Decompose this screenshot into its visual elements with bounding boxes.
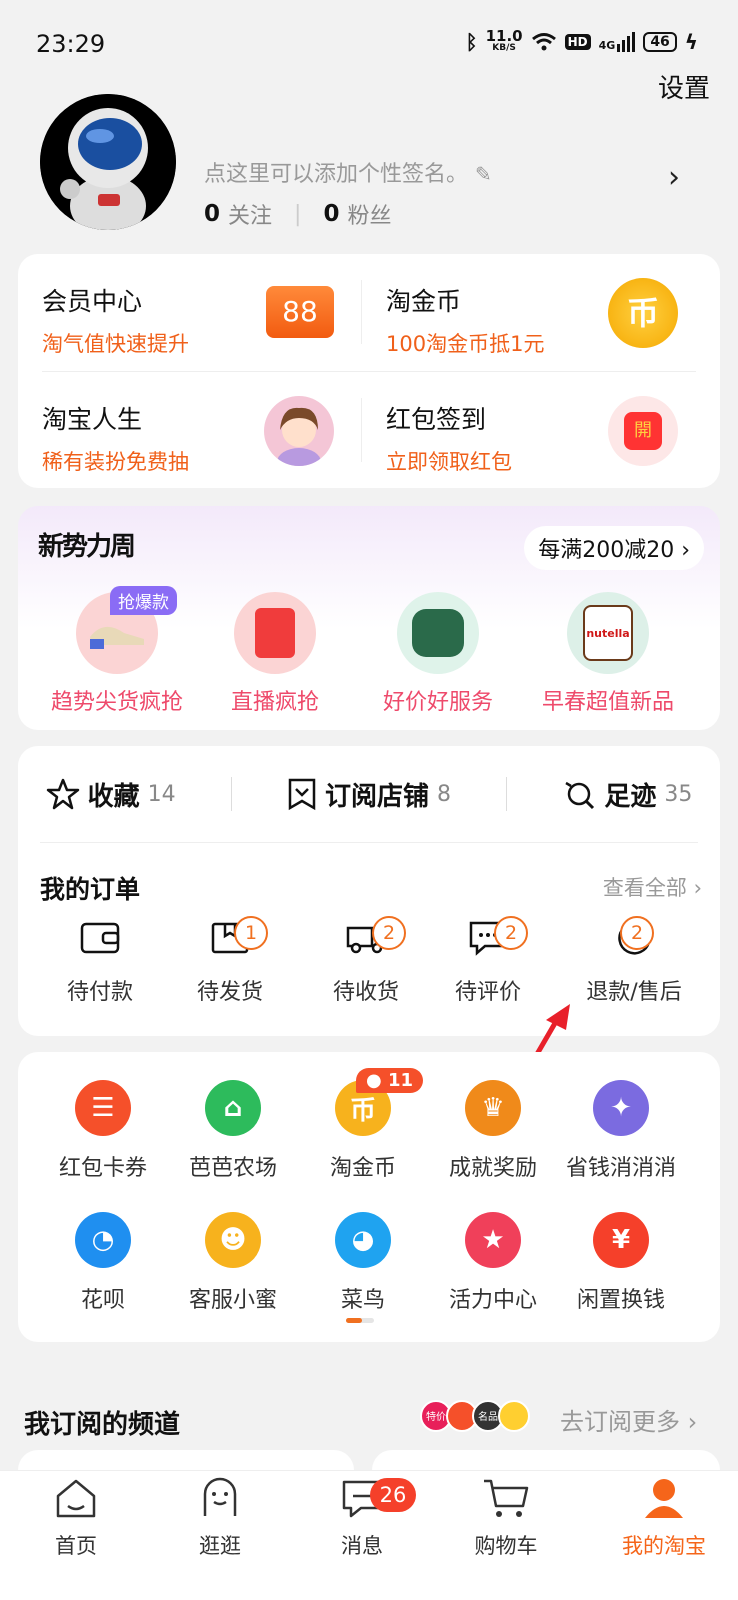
orders-title: 我的订单 — [40, 875, 141, 904]
divider — [230, 777, 232, 811]
promo-item-live[interactable]: 直播疯抢 — [200, 592, 350, 716]
service-tao-coin[interactable]: 币 淘金币 — [298, 1080, 428, 1182]
coupon-icon: ☰ — [75, 1080, 131, 1136]
divider — [506, 777, 508, 811]
divider — [42, 371, 696, 372]
red-packet-signin[interactable]: 红包签到 立即领取红包 — [386, 400, 616, 476]
status-bar: 23:29 ᛒ 11.0 KB/S HD 4G 46 ϟ — [0, 0, 738, 80]
huabei-icon: ◔ — [75, 1212, 131, 1268]
view-all-orders[interactable]: 查看全部 › — [603, 872, 702, 902]
promo-item-spring[interactable]: nutella 早春超值新品 — [520, 592, 696, 716]
promo-item-service[interactable]: 好价好服务 — [358, 592, 518, 716]
divider — [361, 280, 362, 344]
service-baba-farm[interactable]: ⌂ 芭芭农场 — [168, 1080, 298, 1182]
service-customer-service[interactable]: ☻ 客服小蜜 — [168, 1212, 298, 1314]
deal-button[interactable]: 每满200减20 › — [524, 526, 704, 570]
follow-stats: 0 关注 | 0 粉丝 — [204, 198, 391, 230]
tab-home[interactable]: 首页 — [16, 1476, 136, 1560]
my-profile-icon — [645, 1479, 683, 1518]
hd-icon: HD — [564, 34, 591, 50]
divider: | — [294, 201, 302, 227]
game-tiles-icon: ✦ — [593, 1080, 649, 1136]
money-bag-icon: ¥ — [593, 1212, 649, 1268]
red-envelope-icon — [234, 592, 316, 674]
bluetooth-icon: ᛒ — [465, 30, 478, 54]
wifi-icon — [531, 33, 556, 51]
member-card: 会员中心 淘气值快速提升 88 淘金币 100淘金币抵1元 币 淘宝人生 稀有装… — [18, 254, 720, 488]
pencil-icon: ✎ — [475, 162, 492, 186]
star-badge-icon: ★ — [465, 1212, 521, 1268]
tab-my-taobao[interactable]: 我的淘宝 — [604, 1476, 724, 1560]
order-to-ship-badge: 1 — [234, 916, 268, 950]
net-speed: 11.0 KB/S — [485, 27, 523, 54]
divider — [361, 398, 362, 462]
tab-cart[interactable]: 购物车 — [446, 1476, 566, 1560]
discover-face-icon — [203, 1477, 237, 1516]
order-refund-badge: 2 — [620, 916, 654, 950]
status-time: 23:29 — [36, 30, 106, 58]
service-huabei[interactable]: ◔ 花呗 — [38, 1212, 168, 1314]
battery-icon: 46 — [643, 32, 677, 52]
cooker-icon — [397, 592, 479, 674]
bird-icon: ◕ — [335, 1212, 391, 1268]
service-red-packet-coupons[interactable]: ☰ 红包卡券 — [38, 1080, 168, 1182]
status-icons: ᛒ 11.0 KB/S HD 4G 46 ϟ — [465, 27, 698, 55]
footprint-icon — [565, 781, 595, 810]
order-pending-payment[interactable]: 待付款 — [30, 918, 170, 1006]
tao-coin[interactable]: 淘金币 100淘金币抵1元 — [386, 282, 616, 358]
service-idle-exchange[interactable]: ¥ 闲置换钱 — [556, 1212, 686, 1314]
coupon-mini-icon — [498, 1400, 530, 1432]
signal-icon: 4G — [599, 32, 636, 52]
channel-mini-icons: 特价 名品 — [420, 1400, 530, 1432]
subscribe-more-link[interactable]: 去订阅更多 › — [560, 1402, 697, 1437]
character-avatar-icon — [264, 396, 334, 466]
coin-icon: 币 — [608, 278, 678, 348]
profile-chevron-icon[interactable]: › — [668, 160, 680, 195]
service-scroll-indicator — [346, 1318, 374, 1323]
promo-title: 新势力周 — [38, 532, 136, 562]
service-vitality[interactable]: ★ 活力中心 — [428, 1212, 558, 1314]
settings-button[interactable]: 设置 — [658, 68, 710, 105]
red-packet-icon: 開 — [608, 396, 678, 466]
order-to-ship[interactable]: 待发货 — [160, 918, 300, 1006]
order-to-review-badge: 2 — [494, 916, 528, 950]
home-icon — [56, 1479, 96, 1518]
star-icon — [46, 778, 79, 810]
order-to-receive-badge: 2 — [372, 916, 406, 950]
wallet-icon — [80, 922, 120, 954]
promo-card: 新势力周 每满200减20 › 抢爆款 趋势尖货疯抢 直播疯抢 好价好服务 nu… — [18, 506, 720, 730]
following-label[interactable]: 关注 — [228, 198, 272, 230]
order-to-receive[interactable]: 待收货 — [296, 918, 436, 1006]
following-count: 0 — [204, 201, 221, 227]
coin-badge: ● 11 — [356, 1068, 424, 1093]
avatar[interactable] — [40, 94, 176, 230]
signature-edit[interactable]: 点这里可以添加个性签名。 ✎ — [204, 156, 492, 188]
fans-count: 0 — [323, 201, 340, 227]
service-save-match[interactable]: ✦ 省钱消消消 — [556, 1080, 686, 1182]
messages-badge: 26 — [370, 1478, 416, 1512]
service-cainiao[interactable]: ◕ 菜鸟 — [298, 1212, 428, 1314]
channels-title: 我订阅的频道 — [24, 1410, 181, 1440]
fans-label[interactable]: 粉丝 — [347, 198, 391, 230]
trophy-icon: ♛ — [465, 1080, 521, 1136]
subscribed-stores-button[interactable]: 订阅店铺 8 — [287, 776, 451, 813]
nutella-jar-icon: nutella — [567, 592, 649, 674]
footprint-button[interactable]: 足迹 35 — [562, 776, 692, 813]
order-to-review[interactable]: 待评价 — [418, 918, 558, 1006]
charging-icon: ϟ — [684, 30, 698, 54]
store-bookmark-icon — [288, 778, 316, 811]
tool-row: 收藏 14 订阅店铺 8 足迹 35 — [18, 770, 720, 818]
vip-88-icon: 88 — [266, 286, 334, 338]
divider — [40, 842, 698, 843]
service-achievements[interactable]: ♛ 成就奖励 — [428, 1080, 558, 1182]
cart-icon — [484, 1479, 529, 1517]
tab-discover[interactable]: 逛逛 — [160, 1476, 280, 1560]
favorites-button[interactable]: 收藏 14 — [46, 776, 176, 813]
farm-house-icon: ⌂ — [205, 1080, 261, 1136]
customer-service-icon: ☻ — [205, 1212, 261, 1268]
hot-tag: 抢爆款 — [110, 586, 177, 615]
